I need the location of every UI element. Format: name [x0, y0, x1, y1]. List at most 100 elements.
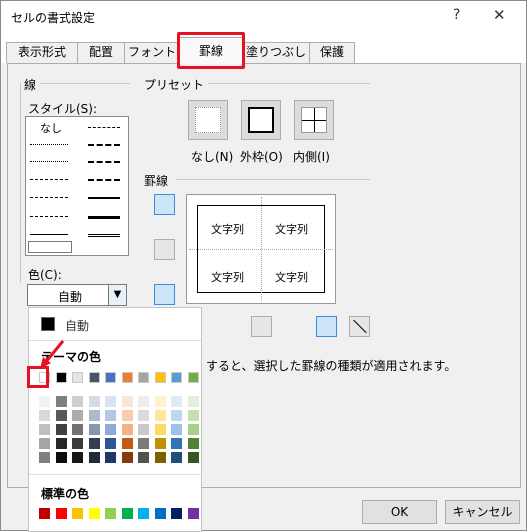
theme-shade-swatch[interactable] — [105, 438, 116, 449]
style-double[interactable] — [88, 234, 120, 237]
theme-shade-swatch[interactable] — [39, 438, 50, 449]
theme-shade-swatch[interactable] — [187, 452, 199, 463]
theme-shade-swatch[interactable] — [154, 452, 166, 463]
theme-shade-swatch[interactable] — [72, 396, 83, 407]
theme-shade-swatch[interactable] — [72, 424, 83, 435]
theme-shade-swatch[interactable] — [105, 424, 116, 435]
theme-shade-swatch[interactable] — [105, 396, 116, 407]
style-slant-dashdot[interactable] — [88, 161, 120, 163]
theme-shade-swatch[interactable] — [154, 410, 166, 421]
theme-shade-swatch[interactable] — [154, 424, 166, 435]
line-color-dropdown[interactable]: 自動 ▼ — [27, 284, 127, 306]
theme-shade-swatch[interactable] — [39, 424, 50, 435]
theme-shade-swatch[interactable] — [187, 438, 199, 449]
style-medium-dashdot[interactable] — [88, 144, 120, 146]
theme-shade-swatch[interactable] — [121, 452, 133, 463]
theme-shade-swatch[interactable] — [138, 424, 149, 435]
theme-color-swatch[interactable] — [187, 372, 199, 383]
border-middle-h-button[interactable] — [154, 239, 175, 260]
style-medium-dashed[interactable] — [88, 179, 120, 181]
style-dotted[interactable] — [30, 161, 68, 162]
theme-shade-swatch[interactable] — [121, 438, 133, 449]
theme-shade-swatch[interactable] — [187, 410, 199, 421]
theme-shade-swatch[interactable] — [39, 410, 50, 421]
theme-color-swatch[interactable] — [154, 372, 166, 383]
tab-number[interactable]: 表示形式 — [6, 42, 78, 63]
theme-shade-swatch[interactable] — [39, 396, 50, 407]
standard-color-swatch[interactable] — [88, 508, 100, 519]
theme-shade-swatch[interactable] — [88, 410, 100, 421]
border-preview[interactable]: 文字列 文字列 文字列 文字列 — [186, 194, 336, 304]
theme-color-swatch[interactable] — [138, 372, 149, 383]
theme-shade-swatch[interactable] — [171, 424, 182, 435]
theme-shade-swatch[interactable] — [138, 396, 149, 407]
style-medium[interactable] — [88, 197, 120, 199]
standard-color-swatch[interactable] — [121, 508, 133, 519]
standard-color-swatch[interactable] — [138, 508, 149, 519]
theme-shade-swatch[interactable] — [105, 452, 116, 463]
style-none[interactable]: なし — [40, 120, 62, 136]
theme-shade-swatch[interactable] — [154, 438, 166, 449]
theme-color-swatch[interactable] — [72, 372, 83, 383]
style-dashed[interactable] — [30, 216, 68, 217]
style-thin[interactable] — [30, 234, 68, 235]
theme-shade-swatch[interactable] — [55, 424, 67, 435]
theme-shade-swatch[interactable] — [138, 452, 149, 463]
theme-color-swatch[interactable] — [121, 372, 133, 383]
auto-color-label[interactable]: 自動 — [65, 317, 89, 334]
theme-shade-swatch[interactable] — [154, 396, 166, 407]
theme-shade-swatch[interactable] — [121, 424, 133, 435]
standard-color-swatch[interactable] — [55, 508, 67, 519]
theme-shade-swatch[interactable] — [121, 410, 133, 421]
tab-alignment[interactable]: 配置 — [77, 42, 125, 63]
style-hair[interactable] — [30, 144, 68, 145]
theme-shade-swatch[interactable] — [88, 438, 100, 449]
theme-shade-swatch[interactable] — [171, 410, 182, 421]
theme-color-swatch[interactable] — [105, 372, 116, 383]
theme-shade-swatch[interactable] — [55, 396, 67, 407]
theme-color-swatch[interactable] — [88, 372, 100, 383]
theme-shade-swatch[interactable] — [171, 438, 182, 449]
preset-outline-button[interactable] — [241, 100, 281, 140]
theme-shade-swatch[interactable] — [39, 452, 50, 463]
style-dashdot-thin[interactable] — [30, 197, 68, 198]
style-dashdotdot[interactable] — [30, 179, 68, 180]
theme-shade-swatch[interactable] — [88, 424, 100, 435]
standard-color-swatch[interactable] — [72, 508, 83, 519]
close-icon[interactable]: ✕ — [493, 6, 506, 24]
auto-color-swatch[interactable] — [41, 317, 55, 331]
theme-shade-swatch[interactable] — [88, 396, 100, 407]
theme-shade-swatch[interactable] — [88, 452, 100, 463]
style-thick[interactable] — [88, 216, 120, 219]
theme-shade-swatch[interactable] — [171, 396, 182, 407]
theme-shade-swatch[interactable] — [72, 410, 83, 421]
theme-shade-swatch[interactable] — [187, 424, 199, 435]
theme-color-swatch[interactable] — [171, 372, 182, 383]
border-right-button[interactable] — [316, 316, 337, 337]
theme-shade-swatch[interactable] — [187, 396, 199, 407]
theme-shade-swatch[interactable] — [55, 452, 67, 463]
border-bottom-button[interactable] — [154, 284, 175, 305]
help-icon[interactable]: ? — [453, 7, 460, 23]
theme-shade-swatch[interactable] — [121, 396, 133, 407]
theme-shade-swatch[interactable] — [72, 438, 83, 449]
tab-protection[interactable]: 保護 — [309, 42, 355, 63]
standard-color-swatch[interactable] — [39, 508, 50, 519]
ok-button[interactable]: OK — [362, 500, 437, 524]
preset-inside-button[interactable] — [294, 100, 334, 140]
preset-none-button[interactable] — [188, 100, 228, 140]
chevron-down-icon[interactable]: ▼ — [108, 285, 126, 305]
theme-shade-swatch[interactable] — [105, 410, 116, 421]
standard-color-swatch[interactable] — [187, 508, 199, 519]
style-dashdot[interactable] — [88, 127, 120, 128]
theme-shade-swatch[interactable] — [55, 438, 67, 449]
border-middle-v-button[interactable] — [251, 316, 272, 337]
tab-fill[interactable]: 塗りつぶし — [242, 42, 310, 63]
theme-shade-swatch[interactable] — [72, 452, 83, 463]
cancel-button[interactable]: キャンセル — [445, 500, 520, 524]
border-diagonal-button[interactable] — [349, 316, 370, 337]
standard-color-swatch[interactable] — [154, 508, 166, 519]
theme-color-swatch[interactable] — [55, 372, 67, 383]
theme-shade-swatch[interactable] — [138, 410, 149, 421]
theme-shade-swatch[interactable] — [171, 452, 182, 463]
